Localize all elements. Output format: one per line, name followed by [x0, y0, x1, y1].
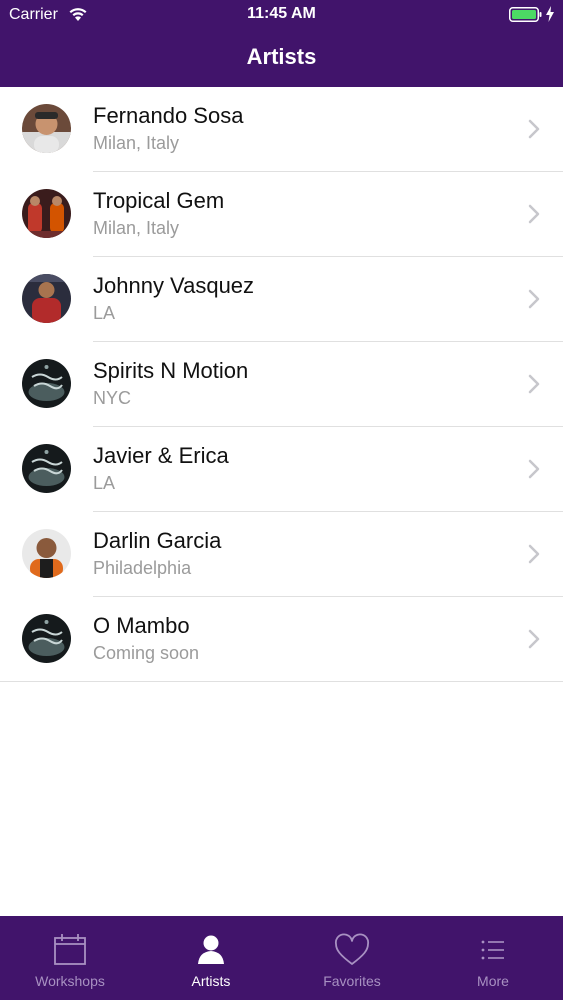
- list-icon: [481, 940, 504, 960]
- tab-label: Favorites: [323, 973, 381, 989]
- person-icon: [198, 935, 224, 964]
- page-title: Artists: [246, 44, 317, 69]
- artist-row[interactable]: Darlin Garcia Philadelphia: [0, 512, 563, 597]
- clock: 11:45 AM: [247, 5, 316, 22]
- tab-label: More: [477, 973, 509, 989]
- navigation-bar: Carrier 11:45 AM Artists: [0, 0, 563, 87]
- tab-favorites[interactable]: Favorites: [282, 916, 422, 1000]
- tab-more[interactable]: More: [423, 916, 563, 1000]
- artist-row[interactable]: Tropical Gem Milan, Italy: [0, 172, 563, 257]
- artist-name: Darlin Garcia: [93, 528, 222, 553]
- coming-soon-avatar: [22, 359, 71, 408]
- calendar-icon: [54, 934, 86, 965]
- charging-bolt-icon: [546, 6, 554, 22]
- tab-workshops[interactable]: Workshops: [0, 916, 140, 1000]
- artist-row[interactable]: O Mambo Coming soon: [0, 597, 563, 682]
- avatar: [22, 274, 71, 323]
- status-bar: Carrier 11:45 AM: [0, 0, 563, 30]
- chevron-right-icon: [528, 629, 540, 649]
- avatar: [22, 189, 71, 238]
- artist-name: Spirits N Motion: [93, 358, 249, 383]
- heart-icon: [335, 933, 369, 965]
- coming-soon-avatar: [22, 614, 71, 663]
- coming-soon-avatar: [22, 444, 71, 493]
- chevron-right-icon: [528, 459, 540, 479]
- battery-icon: [509, 7, 542, 22]
- artist-name: O Mambo: [93, 613, 190, 638]
- screen: Carrier 11:45 AM Artists Fernando Sosa M…: [0, 0, 563, 1000]
- artist-location: NYC: [93, 388, 132, 408]
- artist-name: Fernando Sosa: [93, 103, 244, 128]
- chevron-right-icon: [528, 119, 540, 139]
- artist-location: LA: [93, 303, 116, 323]
- artist-location: Milan, Italy: [93, 133, 180, 153]
- chevron-right-icon: [528, 204, 540, 224]
- artist-name: Johnny Vasquez: [93, 273, 255, 298]
- tab-artists[interactable]: Artists: [141, 916, 281, 1000]
- artist-name: Javier & Erica: [93, 443, 229, 468]
- chevron-right-icon: [528, 544, 540, 564]
- artist-row[interactable]: Johnny Vasquez LA: [0, 257, 563, 342]
- artist-row[interactable]: Spirits N Motion NYC: [0, 342, 563, 427]
- artist-row[interactable]: Javier & Erica LA: [0, 427, 563, 512]
- artist-location: Coming soon: [93, 643, 200, 663]
- artist-location: Milan, Italy: [93, 218, 180, 238]
- avatar: [22, 104, 71, 153]
- tab-label: Workshops: [35, 973, 105, 989]
- tab-bar: Workshops Artists Favorites More: [0, 916, 563, 1000]
- chevron-right-icon: [528, 374, 540, 394]
- artist-name: Tropical Gem: [93, 188, 225, 213]
- tab-label: Artists: [191, 973, 231, 989]
- artist-row[interactable]: Fernando Sosa Milan, Italy: [0, 87, 563, 172]
- artist-location: Philadelphia: [93, 558, 192, 578]
- artist-location: LA: [93, 473, 116, 493]
- avatar: [22, 529, 71, 578]
- chevron-right-icon: [528, 289, 540, 309]
- artist-list: Fernando Sosa Milan, Italy Tropical Gem …: [0, 87, 563, 682]
